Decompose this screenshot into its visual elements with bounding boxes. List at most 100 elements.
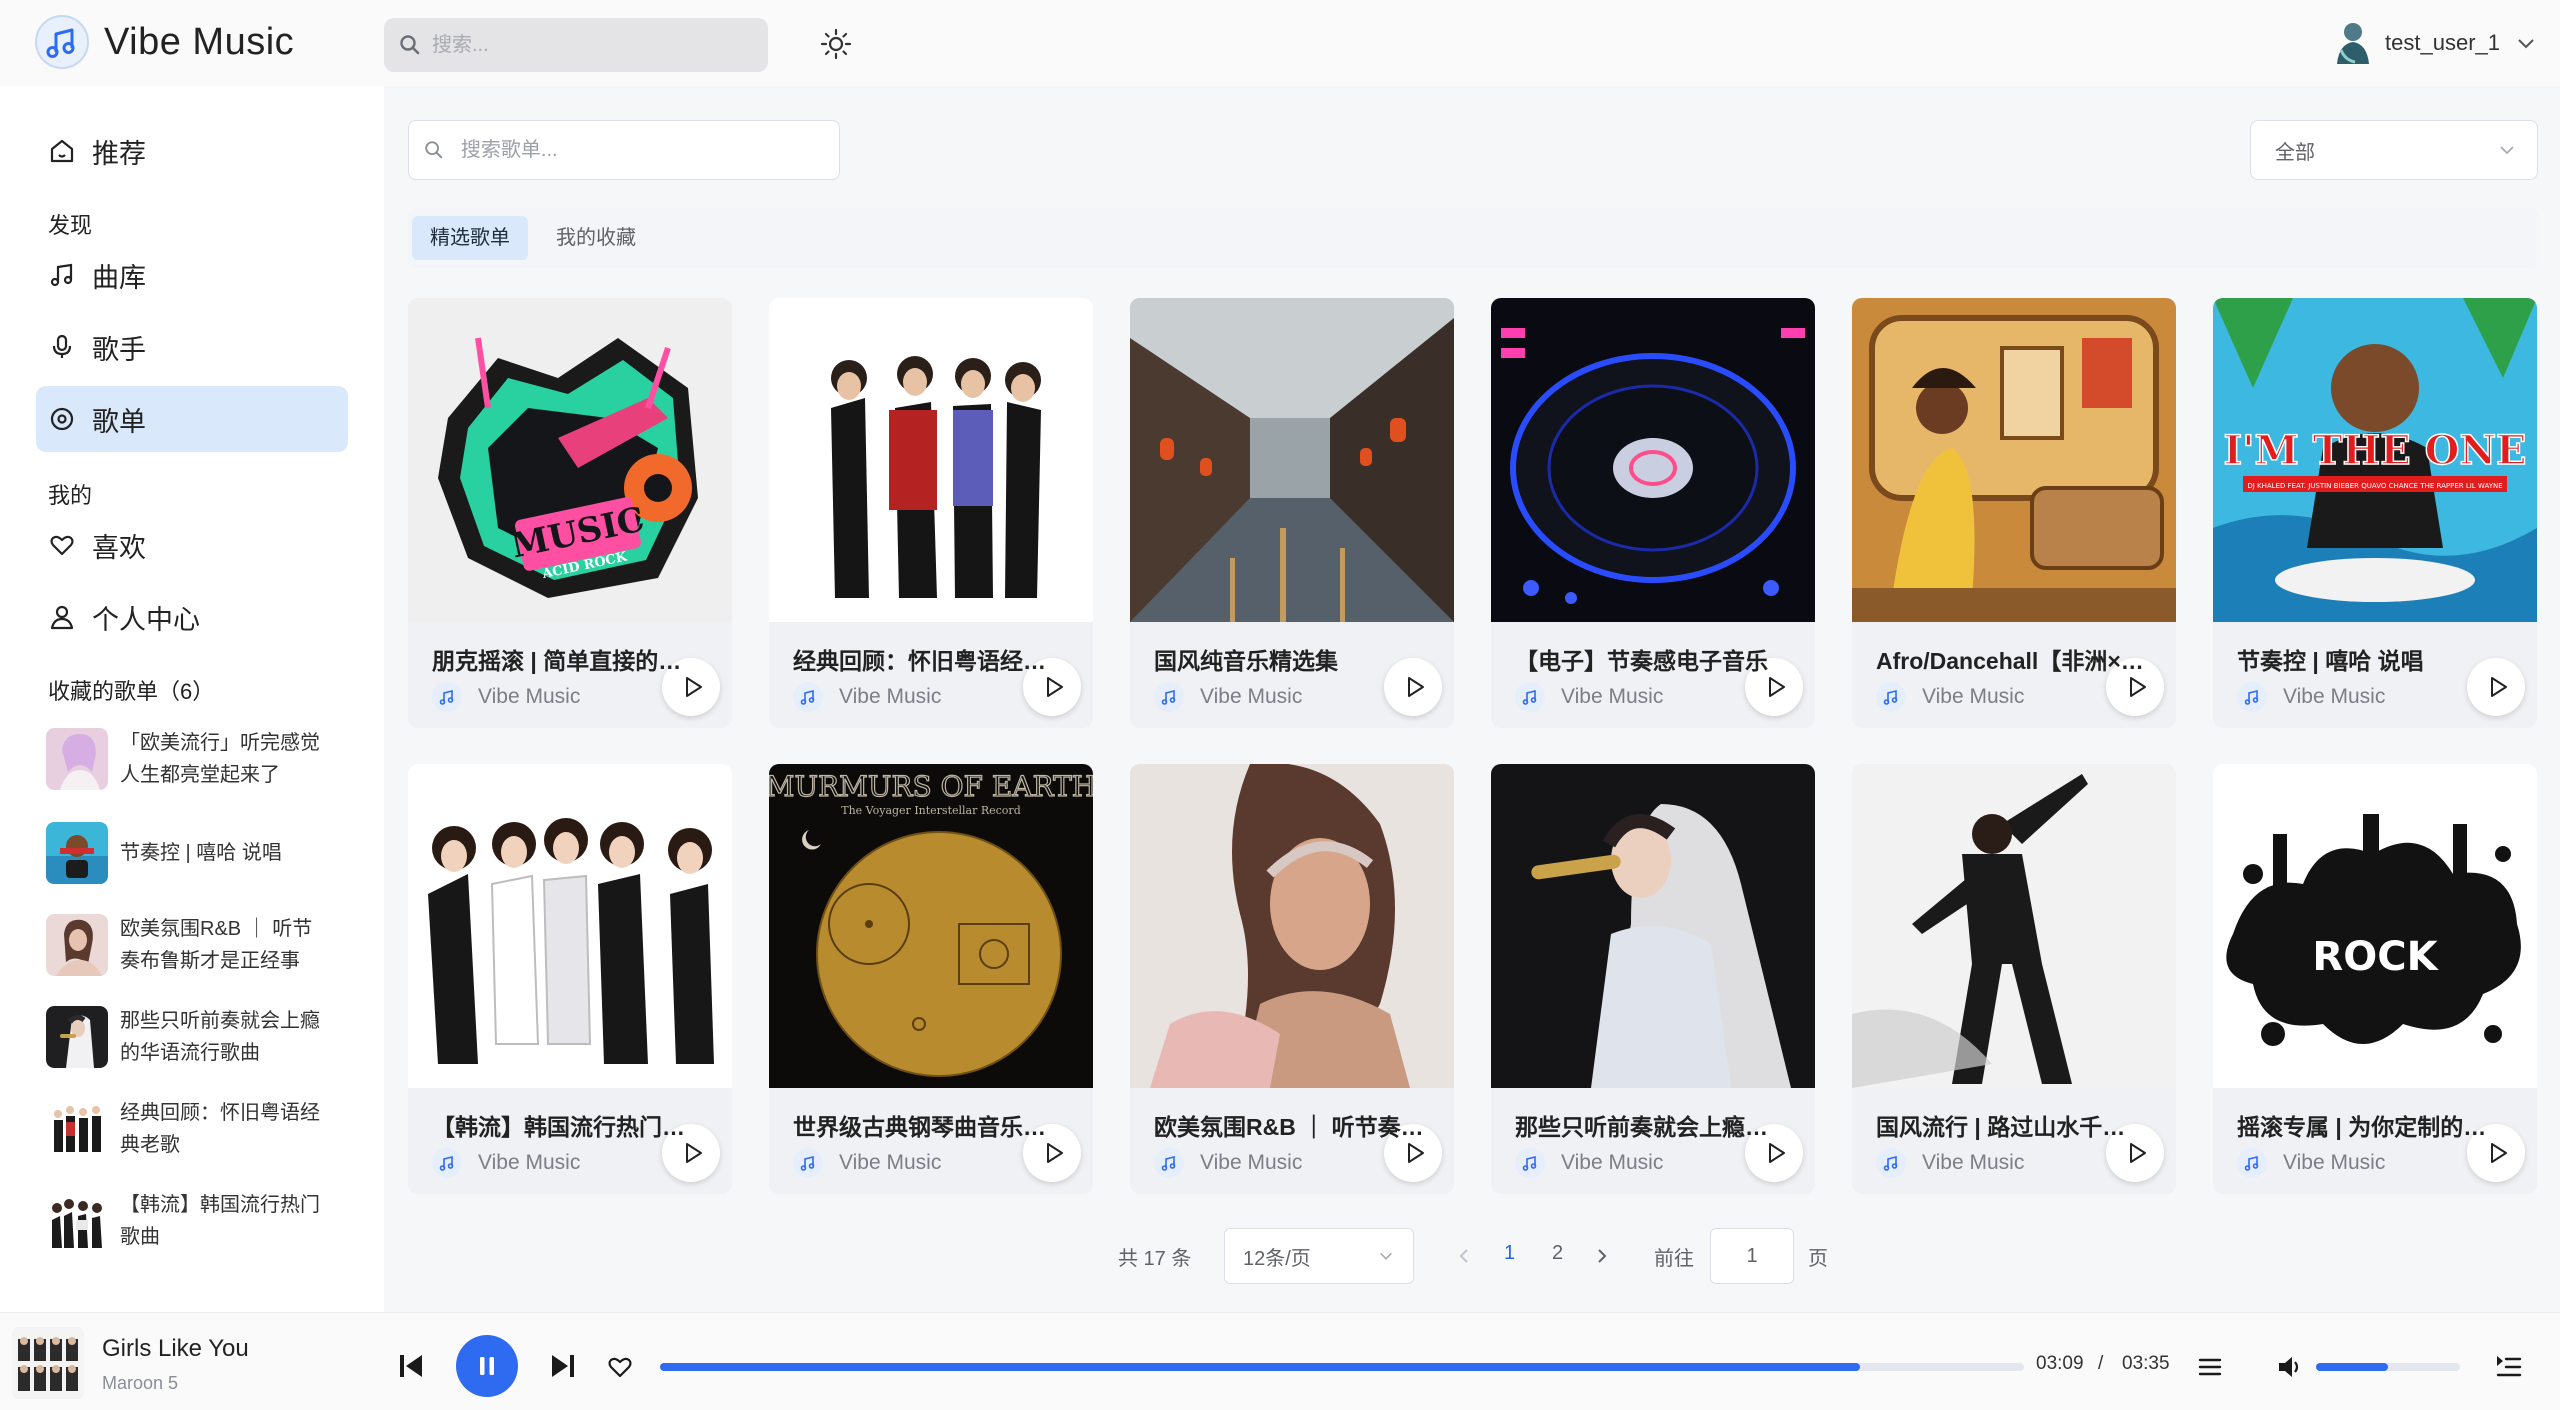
chevron-left-icon[interactable]	[1452, 1244, 1476, 1268]
playlist-author-name: Vibe Music	[1561, 1151, 1664, 1174]
playlist-card[interactable]: Afro/Dancehall【非洲×… Vibe Music	[1852, 298, 2176, 728]
playlist-cover	[408, 764, 732, 1088]
playlist-title: Afro/Dancehall【非洲×…	[1876, 648, 2144, 674]
progress-bar[interactable]	[660, 1363, 2024, 1371]
collection-item[interactable]: 欧美氛围R&B ｜ 听节 奏布鲁斯才是正经事	[46, 912, 346, 978]
chevron-right-icon[interactable]	[1590, 1244, 1614, 1268]
app-logo[interactable]: Vibe Music	[34, 14, 294, 70]
playlist-author: Vibe Music	[1154, 1148, 1302, 1178]
collection-item[interactable]: 「欧美流行」听完感觉 人生都亮堂起来了	[46, 726, 346, 792]
cover-art-singer-mic	[1491, 764, 1815, 1088]
sidebar-item-label: 曲库	[92, 262, 146, 293]
playlist-cover	[1491, 764, 1815, 1088]
heart-icon	[50, 535, 74, 556]
music-note-icon	[50, 263, 73, 287]
playlist-card[interactable]: 经典回顾：怀旧粤语经… Vibe Music	[769, 298, 1093, 728]
play-icon	[1769, 1143, 1785, 1163]
playlist-author-name: Vibe Music	[1200, 1151, 1303, 1174]
page-number-2[interactable]: 2	[1552, 1242, 1563, 1265]
volume-icon[interactable]	[2276, 1353, 2304, 1381]
playlist-search-input[interactable]	[460, 138, 839, 162]
collection-title-line1: 【韩流】韩国流行热门	[120, 1194, 320, 1216]
skip-previous-icon[interactable]	[396, 1351, 426, 1381]
main-content: 全部 精选歌单 我的收藏 MUSIC ACID ROCK 朋克摇滚 | 简单直接	[384, 86, 2560, 1312]
sidebar-item-label: 个人中心	[92, 604, 200, 635]
music-note-icon	[2244, 689, 2259, 705]
page-size-select[interactable]: 12条/页	[1224, 1228, 1414, 1284]
chevron-down-icon	[1380, 1252, 1392, 1260]
queue-icon[interactable]	[2494, 1353, 2524, 1381]
music-note-icon	[2244, 1155, 2259, 1171]
collection-item[interactable]: 那些只听前奏就会上瘾 的华语流行歌曲	[46, 1004, 346, 1070]
playlist-card[interactable]: 欧美氛围R&B ｜ 听节奏… Vibe Music	[1130, 764, 1454, 1194]
category-select[interactable]: 全部	[2250, 120, 2538, 180]
playlist-author: Vibe Music	[1876, 1148, 2024, 1178]
playlist-card[interactable]: MUSIC ACID ROCK 朋克摇滚 | 简单直接的… Vibe Music	[408, 298, 732, 728]
music-note-icon	[800, 1155, 815, 1171]
collection-item[interactable]: 节奏控 | 嘻哈 说唱	[46, 820, 346, 886]
cover-art-hiphop: I'M THE ONE DJ KHALED FEAT. JUSTIN BIEBE…	[2213, 298, 2537, 622]
sidebar-item-profile[interactable]: 个人中心	[36, 584, 348, 650]
sidebar-item-playlists[interactable]: 歌单	[36, 386, 348, 452]
pause-button[interactable]	[456, 1335, 518, 1397]
playlist-card[interactable]: I'M THE ONE DJ KHALED FEAT. JUSTIN BIEBE…	[2213, 298, 2537, 728]
tab-featured[interactable]: 精选歌单	[412, 216, 528, 260]
music-note-icon	[1161, 1155, 1176, 1171]
now-playing-cover[interactable]	[12, 1327, 84, 1399]
music-note-icon	[439, 1155, 454, 1171]
total-time: 03:35	[2122, 1353, 2170, 1374]
playlist-card[interactable]: 【韩流】韩国流行热门… Vibe Music	[408, 764, 732, 1194]
collection-thumb	[46, 914, 108, 976]
now-playing-title: Girls Like You	[102, 1335, 249, 1362]
global-search-box[interactable]	[384, 18, 768, 72]
collection-title-line1: 那些只听前奏就会上瘾	[120, 1010, 320, 1032]
cover-art-golden-record: MURMURS OF EARTH The Voyager Interstella…	[769, 764, 1093, 1088]
skip-next-icon[interactable]	[548, 1351, 578, 1381]
page-number-1[interactable]: 1	[1504, 1242, 1515, 1265]
tab-my-collection[interactable]: 我的收藏	[538, 216, 654, 260]
heart-icon[interactable]	[606, 1353, 634, 1381]
sidebar-item-library[interactable]: 曲库	[36, 242, 348, 308]
playlist-author-name: Vibe Music	[1561, 685, 1664, 708]
playlist-search-box[interactable]	[408, 120, 840, 180]
playlist-author: Vibe Music	[432, 682, 580, 712]
avatar	[2337, 23, 2370, 64]
progress-bar-fill	[660, 1363, 1861, 1371]
playlist-title: 【电子】节奏感电子音乐	[1515, 648, 1768, 674]
playlist-card[interactable]: MURMURS OF EARTH The Voyager Interstella…	[769, 764, 1093, 1194]
music-note-icon	[1522, 1155, 1537, 1171]
list-icon[interactable]	[2196, 1353, 2224, 1381]
page-size-value: 12条/页	[1243, 1247, 1311, 1270]
global-search-input[interactable]	[432, 33, 752, 57]
user-menu[interactable]: test_user_1	[2331, 18, 2538, 68]
top-bar: Vibe Music test_user_1	[0, 0, 2560, 86]
playlist-author-name: Vibe Music	[478, 1151, 581, 1174]
play-icon	[2130, 677, 2146, 697]
collection-title-line1: 经典回顾：怀旧粤语经	[120, 1102, 320, 1124]
goto-page-input[interactable]: 1	[1710, 1228, 1794, 1284]
collection-title-line2: 典老歌	[120, 1134, 180, 1156]
playlist-card[interactable]: 国风纯音乐精选集 Vibe Music	[1130, 298, 1454, 728]
now-playing-artist: Maroon 5	[102, 1373, 179, 1393]
playlist-card[interactable]: 那些只听前奏就会上瘾… Vibe Music	[1491, 764, 1815, 1194]
playlist-card[interactable]: 【电子】节奏感电子音乐 Vibe Music	[1491, 298, 1815, 728]
playlist-cover	[1852, 764, 2176, 1088]
collection-item[interactable]: 经典回顾：怀旧粤语经 典老歌	[46, 1096, 346, 1162]
pagination: 共 17 条 12条/页 1 2 前往 1 页	[384, 1228, 2560, 1284]
volume-slider[interactable]	[2316, 1363, 2460, 1371]
sun-icon[interactable]	[818, 26, 854, 62]
cover-art-rnb-portrait	[1130, 764, 1454, 1088]
sidebar-item-recommend[interactable]: 推荐	[36, 118, 348, 184]
sidebar-item-artists[interactable]: 歌手	[36, 314, 348, 380]
sidebar-item-likes[interactable]: 喜欢	[36, 512, 348, 578]
collection-item[interactable]: 【韩流】韩国流行热门 歌曲	[46, 1188, 346, 1254]
collections-title: 收藏的歌单（6）	[48, 679, 215, 704]
playlist-title: 世界级古典钢琴曲音乐…	[793, 1114, 1046, 1140]
user-icon	[50, 605, 74, 630]
playlist-card[interactable]: ROCK 摇滚专属 | 为你定制的… Vibe Music	[2213, 764, 2537, 1194]
playlist-author-name: Vibe Music	[2283, 1151, 2386, 1174]
cover-text-main: MURMURS OF EARTH	[769, 770, 1093, 803]
playlist-author-name: Vibe Music	[1922, 1151, 2025, 1174]
playlist-card[interactable]: 国风流行 | 路过山水千… Vibe Music	[1852, 764, 2176, 1194]
playlist-author: Vibe Music	[2237, 1148, 2385, 1178]
